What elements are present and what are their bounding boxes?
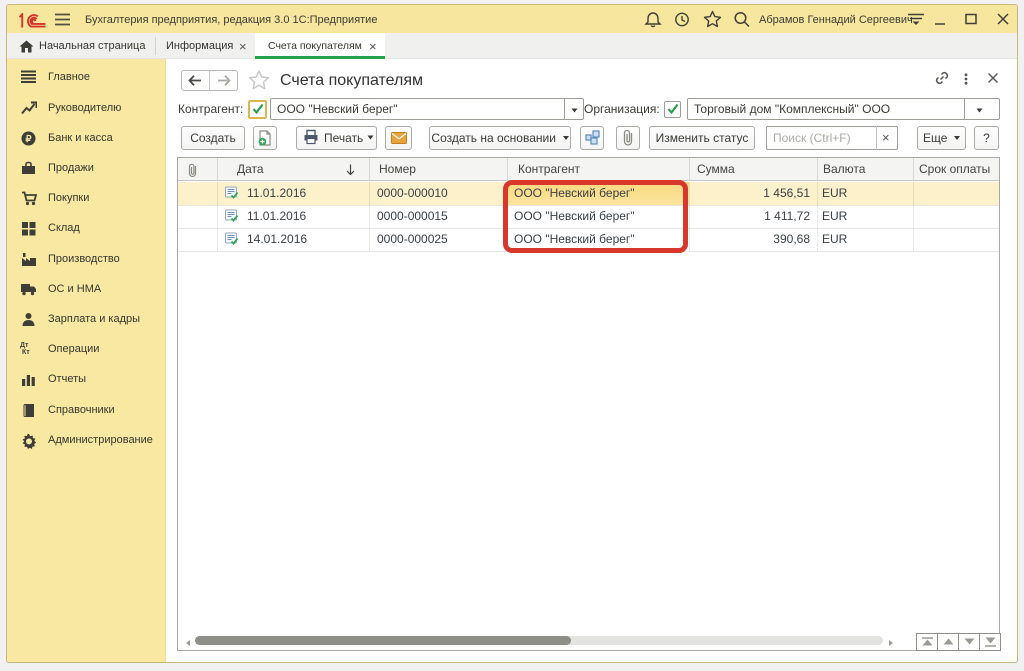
- svg-text:₽: ₽: [25, 134, 32, 145]
